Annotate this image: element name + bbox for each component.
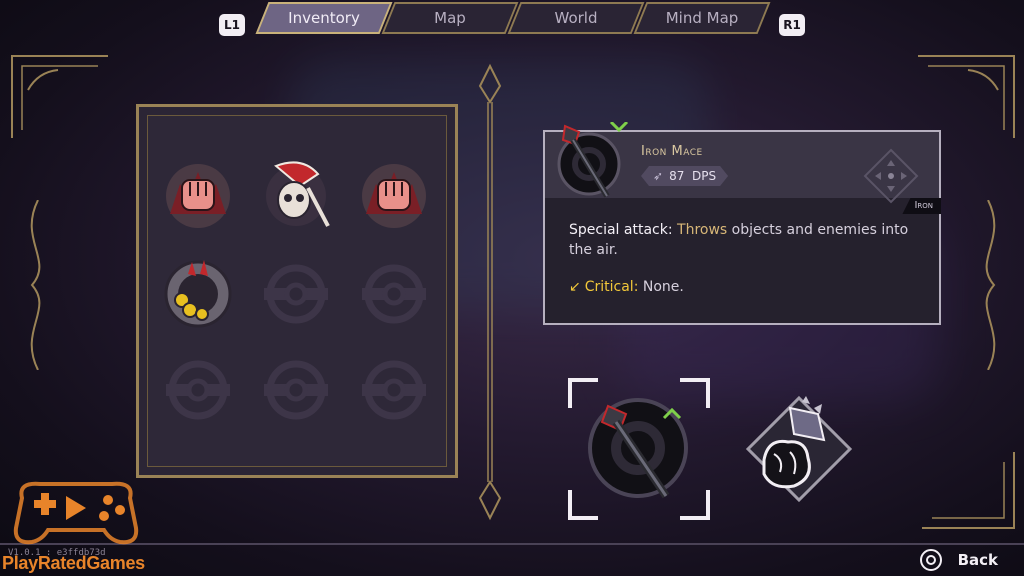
item-description: Special attack: Throws objects and enemi…	[569, 220, 914, 260]
corner-ornament-top-right	[918, 55, 1015, 138]
item-detail-panel: Iron Mace ➶ 87 DPS Iron Special attack: T…	[543, 122, 941, 325]
inventory-slot-spiked-knuckle[interactable]	[158, 254, 238, 334]
tab-map[interactable]: Map	[381, 2, 519, 34]
critical-arrow-icon: ↙	[569, 279, 581, 295]
circle-button-icon	[919, 549, 942, 571]
inventory-slot-gauntlet[interactable]	[354, 154, 434, 234]
center-divider-ornament	[478, 63, 502, 521]
l1-button[interactable]: L1	[219, 14, 245, 36]
dps-value: 87	[669, 169, 685, 183]
dpad-diamond-icon	[863, 148, 919, 204]
equipped-slot-selected[interactable]	[568, 378, 710, 520]
special-attack-label: Special attack:	[569, 222, 673, 238]
tab-bar: Inventory Map World Mind Map	[255, 2, 771, 36]
corner-ornament-top-left	[11, 55, 108, 138]
iron-mace-icon	[557, 122, 629, 198]
r1-button[interactable]: R1	[779, 14, 805, 36]
tab-inventory[interactable]: Inventory	[255, 2, 393, 34]
inventory-slot-gauntlet[interactable]	[158, 154, 238, 234]
tab-label: World	[554, 9, 598, 27]
corner-ornament-bottom-right	[922, 452, 1015, 529]
side-ornament-right	[985, 200, 996, 370]
tab-label: Map	[434, 9, 466, 27]
tab-world[interactable]: World	[507, 2, 645, 34]
watermark-text: PlayRatedGames	[2, 553, 145, 573]
tab-label: Inventory	[288, 9, 360, 27]
inventory-slot-empty[interactable]	[256, 350, 336, 430]
footer-divider	[0, 543, 1024, 545]
critical-value: None.	[642, 279, 684, 295]
inventory-slot-empty[interactable]	[158, 350, 238, 430]
item-name: Iron Mace	[641, 144, 703, 159]
tab-mind-map[interactable]: Mind Map	[633, 2, 771, 34]
watermark-logo-icon	[13, 481, 139, 545]
special-attack-highlight: Throws	[677, 222, 728, 238]
side-ornament-left	[30, 200, 41, 370]
critical-label: Critical:	[584, 279, 639, 295]
inventory-slot-empty[interactable]	[256, 254, 336, 334]
sword-icon: ➶	[653, 169, 664, 183]
equipped-slot-secondary[interactable]	[744, 394, 854, 504]
inventory-slot-empty[interactable]	[354, 350, 434, 430]
inventory-slot-empty[interactable]	[354, 254, 434, 334]
dps-badge: ➶ 87 DPS	[641, 166, 728, 186]
critical-line: ↙ Critical: None.	[569, 279, 684, 295]
back-button[interactable]: Back	[919, 549, 998, 571]
dps-unit: DPS	[691, 169, 717, 183]
inventory-slot-skull-blade[interactable]	[256, 152, 336, 232]
back-label: Back	[957, 551, 998, 569]
tab-label: Mind Map	[665, 9, 739, 27]
